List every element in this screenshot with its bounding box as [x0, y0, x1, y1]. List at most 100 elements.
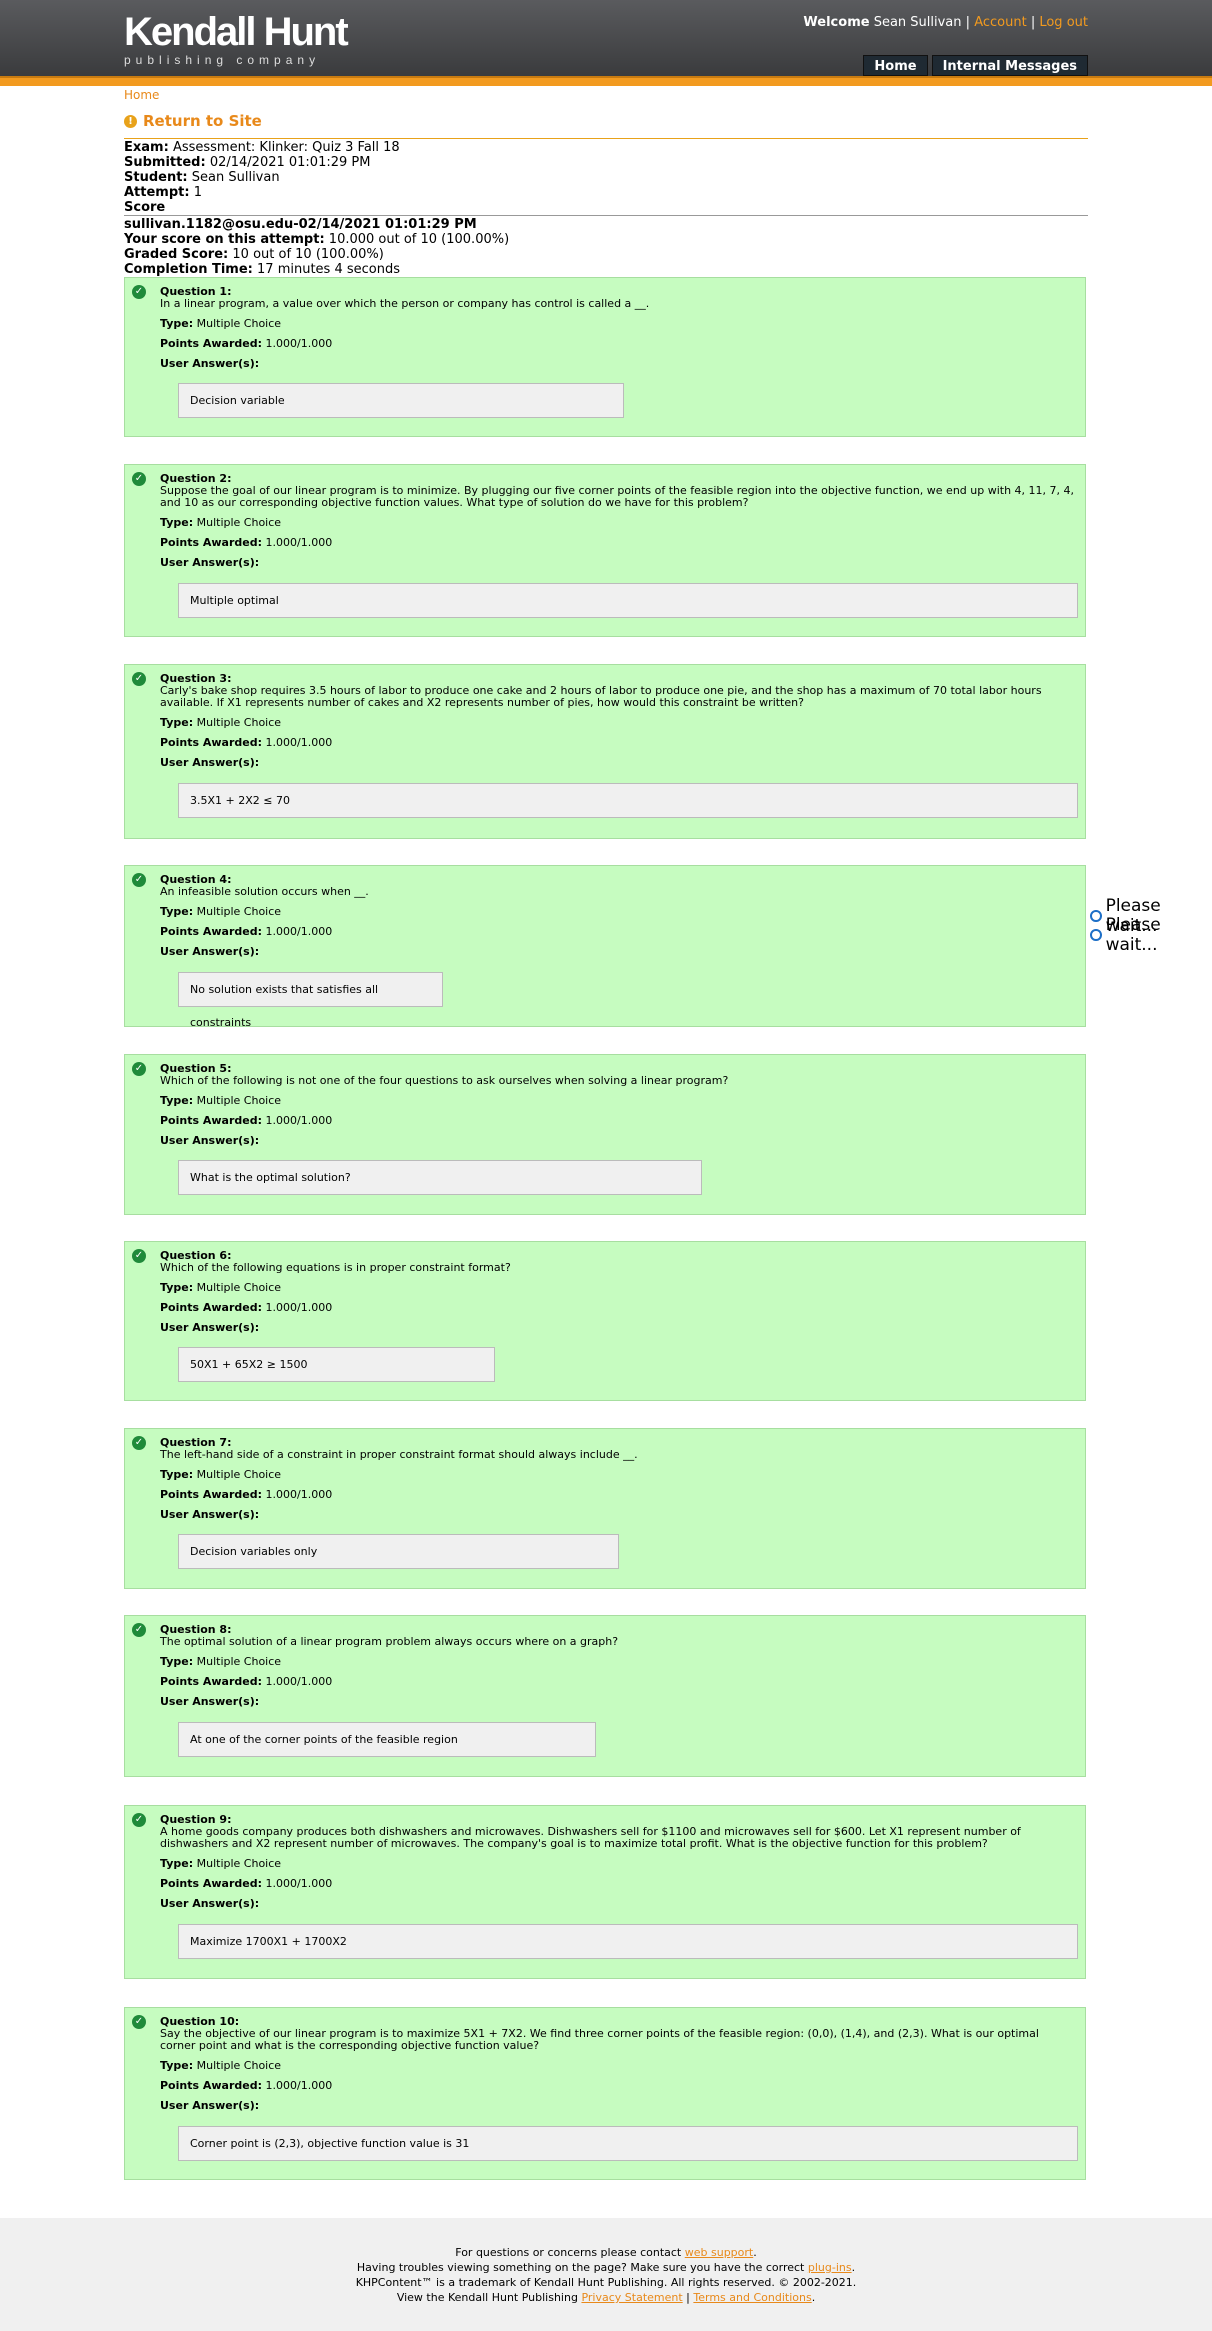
graded-score-label: Graded Score:: [124, 247, 229, 262]
points-value: 1.000/1.000: [265, 1675, 333, 1688]
points-label: Points Awarded:: [160, 1675, 262, 1688]
site-footer: For questions or concerns please contact…: [0, 2218, 1212, 2331]
site-header: Kendall Hunt publishing company Welcome …: [0, 0, 1212, 76]
question-card: ✓ Question 1: In a linear program, a val…: [124, 277, 1086, 437]
question-text: Which of the following equations is in p…: [160, 1261, 511, 1274]
type-value: Multiple Choice: [196, 1094, 282, 1107]
submitted-value: 02/14/2021 01:01:29 PM: [209, 155, 371, 170]
type-label: Type:: [160, 1655, 194, 1668]
score-heading: Score: [124, 200, 166, 215]
user-answers-label: User Answer(s):: [160, 2099, 260, 2112]
user-answer-box: 3.5X1 + 2X2 ≤ 70: [178, 783, 1078, 818]
top-nav: Home Internal Messages: [863, 55, 1088, 76]
correct-check-icon: ✓: [132, 1249, 146, 1263]
your-score-value: 10.000 out of 10 (100.00%): [328, 232, 510, 247]
type-label: Type:: [160, 1857, 194, 1870]
return-arrow-icon: !: [124, 114, 137, 128]
return-to-site-link[interactable]: ! Return to Site: [124, 112, 262, 130]
points-value: 1.000/1.000: [265, 1488, 333, 1501]
terms-and-conditions-link[interactable]: Terms and Conditions: [693, 2291, 811, 2304]
welcome-label: Welcome: [803, 15, 870, 30]
completion-time-value: 17 minutes 4 seconds: [257, 262, 400, 277]
please-wait-indicator: Please wait...: [1090, 915, 1212, 955]
student-label: Student:: [124, 170, 188, 185]
points-label: Points Awarded:: [160, 2079, 262, 2092]
user-answer-box: Decision variables only: [178, 1534, 619, 1569]
privacy-statement-link[interactable]: Privacy Statement: [581, 2291, 682, 2304]
points-label: Points Awarded:: [160, 1114, 262, 1127]
question-card: ✓ Question 6: Which of the following equ…: [124, 1241, 1086, 1401]
breadcrumb-home[interactable]: Home: [124, 88, 159, 102]
user-answers-label: User Answer(s):: [160, 1321, 260, 1334]
question-card: ✓ Question 3: Carly's bake shop requires…: [124, 664, 1086, 839]
type-value: Multiple Choice: [196, 516, 282, 529]
correct-check-icon: ✓: [132, 672, 146, 686]
your-score-label: Your score on this attempt:: [124, 232, 325, 247]
points-label: Points Awarded:: [160, 1488, 262, 1501]
question-text: Carly's bake shop requires 3.5 hours of …: [160, 684, 1042, 709]
type-label: Type:: [160, 716, 194, 729]
question-text: A home goods company produces both dishw…: [160, 1825, 1021, 1850]
footer-text: For questions or concerns please contact: [455, 2246, 685, 2259]
exam-name: Assessment: Klinker: Quiz 3 Fall 18: [172, 140, 400, 155]
question-card: ✓ Question 4: An infeasible solution occ…: [124, 865, 1086, 1029]
question-card: ✓ Question 8: The optimal solution of a …: [124, 1615, 1086, 1777]
correct-check-icon: ✓: [132, 2015, 146, 2029]
type-value: Multiple Choice: [196, 2059, 282, 2072]
points-label: Points Awarded:: [160, 1301, 262, 1314]
question-text: An infeasible solution occurs when __.: [160, 885, 369, 898]
logo-sub-text: publishing company: [124, 53, 321, 67]
nav-internal-messages-button[interactable]: Internal Messages: [931, 55, 1088, 76]
footer-text: Having troubles viewing something on the…: [356, 2261, 808, 2274]
web-support-link[interactable]: web support: [685, 2246, 753, 2259]
type-value: Multiple Choice: [196, 1468, 282, 1481]
question-card: ✓ Question 2: Suppose the goal of our li…: [124, 464, 1086, 637]
correct-check-icon: ✓: [132, 1062, 146, 1076]
points-value: 1.000/1.000: [265, 736, 333, 749]
footer-separator: |: [682, 2291, 694, 2304]
exam-meta: Exam: Assessment: Klinker: Quiz 3 Fall 1…: [124, 140, 1088, 215]
footer-text: .: [851, 2261, 856, 2274]
type-value: Multiple Choice: [196, 1857, 282, 1870]
user-answer-box: Decision variable: [178, 383, 624, 418]
type-label: Type:: [160, 2059, 194, 2072]
type-label: Type:: [160, 516, 194, 529]
submitted-label: Submitted:: [124, 155, 206, 170]
user-answers-label: User Answer(s):: [160, 756, 260, 769]
score-summary: sullivan.1182@osu.edu-02/14/2021 01:01:2…: [124, 217, 1088, 277]
question-card: ✓ Question 5: Which of the following is …: [124, 1054, 1086, 1215]
loading-spinner-icon: [1090, 929, 1102, 941]
kendall-hunt-logo[interactable]: Kendall Hunt publishing company: [124, 12, 349, 67]
question-card: ✓ Question 10: Say the objective of our …: [124, 2007, 1086, 2180]
attempt-label: Attempt:: [124, 185, 190, 200]
nav-home-button[interactable]: Home: [863, 55, 928, 76]
return-to-site-label: Return to Site: [143, 112, 262, 130]
type-value: Multiple Choice: [196, 905, 282, 918]
type-label: Type:: [160, 1281, 194, 1294]
points-value: 1.000/1.000: [265, 1301, 333, 1314]
type-value: Multiple Choice: [196, 1281, 282, 1294]
points-value: 1.000/1.000: [265, 925, 333, 938]
header-accent-bar: [0, 76, 1212, 86]
question-text: The optimal solution of a linear program…: [160, 1635, 619, 1648]
points-label: Points Awarded:: [160, 337, 262, 350]
question-text: The left-hand side of a constraint in pr…: [160, 1448, 638, 1461]
points-value: 1.000/1.000: [265, 536, 333, 549]
completion-time-label: Completion Time:: [124, 262, 253, 277]
plug-ins-link[interactable]: plug-ins: [808, 2261, 852, 2274]
logout-link[interactable]: Log out: [1039, 15, 1088, 30]
correct-check-icon: ✓: [132, 1813, 146, 1827]
points-value: 1.000/1.000: [265, 337, 333, 350]
type-label: Type:: [160, 905, 194, 918]
graded-score-value: 10 out of 10 (100.00%): [232, 247, 384, 262]
points-label: Points Awarded:: [160, 536, 262, 549]
question-card: ✓ Question 7: The left-hand side of a co…: [124, 1428, 1086, 1589]
user-answer-box: No solution exists that satisfies all co…: [178, 972, 443, 1029]
user-answer-box: What is the optimal solution?: [178, 1160, 702, 1195]
points-label: Points Awarded:: [160, 925, 262, 938]
account-link[interactable]: Account: [974, 15, 1027, 30]
user-answers-label: User Answer(s):: [160, 1508, 260, 1521]
footer-text: .: [753, 2246, 757, 2259]
points-value: 1.000/1.000: [265, 1877, 333, 1890]
user-answer-box: Multiple optimal: [178, 583, 1078, 618]
